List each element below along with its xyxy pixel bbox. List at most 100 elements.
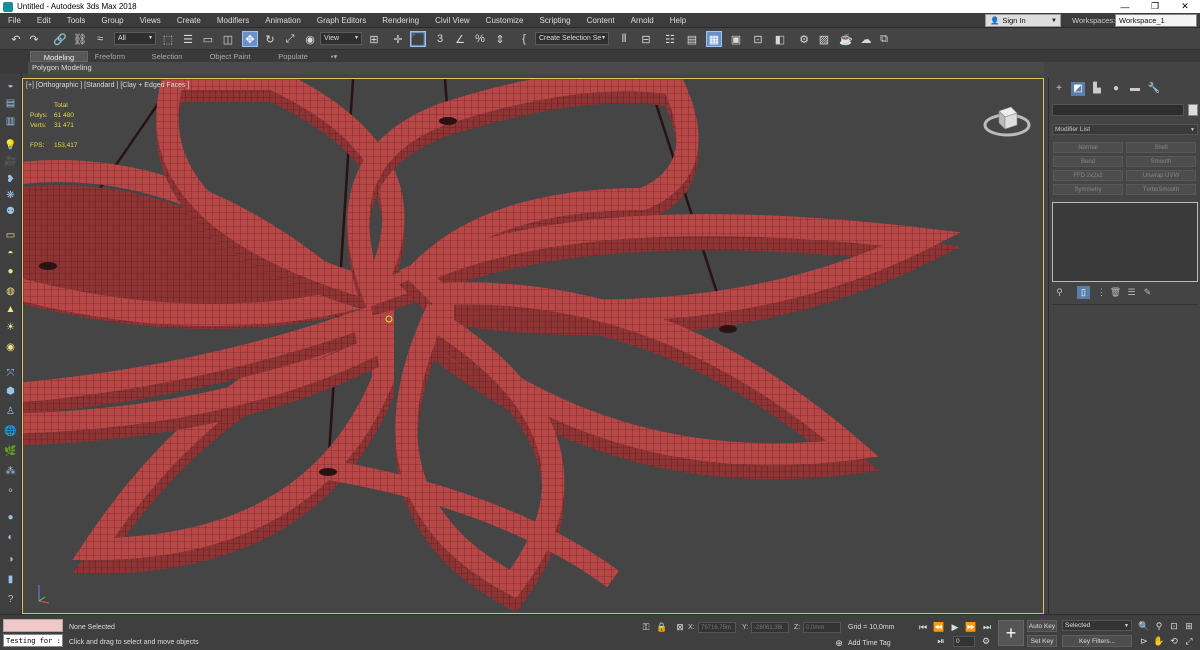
menu-customize[interactable]: Customize [478, 16, 532, 25]
helper-icon[interactable]: ❥ [3, 172, 18, 186]
render-iterative-icon[interactable]: ☁ [858, 31, 874, 47]
object-name-field[interactable] [1052, 104, 1184, 116]
z-coord-field[interactable]: 0,0mm [803, 622, 841, 633]
menu-create[interactable]: Create [169, 16, 209, 25]
rectangular-selection-icon[interactable]: ▭ [200, 31, 216, 47]
utilities-tab-icon[interactable]: 🔧 [1147, 82, 1161, 96]
ribbon-toggle-icon[interactable]: ▦ [706, 31, 722, 47]
orthographic-viewport[interactable]: [+] [Orthographic ] [Standard ] [Clay + … [22, 78, 1044, 614]
torus-icon[interactable]: ◍ [3, 284, 18, 298]
configure-sets-icon[interactable]: ☰ [1125, 286, 1138, 299]
object-color-swatch[interactable] [1188, 104, 1198, 116]
modifier-button-symmetry[interactable]: Symmetry [1053, 184, 1123, 195]
shapes-icon[interactable]: ⬢ [3, 384, 18, 398]
close-button[interactable]: ✕ [1170, 0, 1200, 13]
modifier-button-turbosmooth[interactable]: TurboSmooth [1126, 184, 1196, 195]
set-keys-icon[interactable]: + [998, 620, 1024, 646]
next-frame-icon[interactable]: ⏩ [965, 621, 977, 633]
tab-freeform[interactable]: Freeform [88, 51, 132, 62]
menu-group[interactable]: Group [93, 16, 131, 25]
select-and-place-icon[interactable]: ◉ [302, 31, 318, 47]
sign-in-dropdown[interactable]: 👤 Sign In ▼ [985, 14, 1061, 27]
cone-icon[interactable]: ▲ [3, 302, 18, 316]
menu-file[interactable]: File [0, 16, 29, 25]
help-icon[interactable]: ? [3, 592, 18, 606]
ribbon-options-icon[interactable]: ▪▾ [324, 51, 344, 62]
undo-icon[interactable]: ↶ [8, 31, 24, 47]
pan-icon[interactable]: ✋ [1153, 635, 1165, 647]
modifier-button-shell[interactable]: Shell [1126, 142, 1196, 153]
zoom-all-icon[interactable]: ⚲ [1153, 620, 1165, 632]
light-icon[interactable]: 💡 [3, 138, 18, 152]
sphere-icon[interactable]: ● [3, 264, 18, 278]
select-and-scale-icon[interactable]: ⤢ [282, 31, 298, 47]
modify-tab-icon[interactable]: ◩ [1071, 82, 1085, 96]
menu-content[interactable]: Content [579, 16, 623, 25]
edit-stack-icon[interactable]: ✎ [1141, 286, 1154, 299]
keyboard-shortcut-override-icon[interactable]: ⬛ [410, 31, 426, 47]
material-sphere-icon[interactable]: ● [3, 510, 18, 524]
tab-modeling[interactable]: Modeling [30, 51, 88, 62]
x-coord-field[interactable]: 79716,75m [698, 622, 736, 633]
maximize-viewport-icon[interactable]: ⤢ [1183, 635, 1195, 647]
minimize-button[interactable]: — [1110, 0, 1140, 13]
hierarchy-tab-icon[interactable]: ▙ [1090, 82, 1104, 96]
sun-icon[interactable]: ☀ [3, 320, 18, 334]
auto-key-button[interactable]: Auto Key [1027, 620, 1057, 632]
unlink-icon[interactable]: ⛓ [72, 31, 88, 47]
render-production-icon[interactable]: ☕ [838, 31, 854, 47]
time-configuration-icon[interactable]: ⚙ [980, 635, 992, 647]
show-end-result-icon[interactable]: ▯ [1077, 286, 1090, 299]
align-icon[interactable]: ⊟ [638, 31, 654, 47]
display-tab-icon[interactable]: ▬ [1128, 82, 1142, 96]
cloth-icon[interactable]: ⚬ [3, 484, 18, 498]
menu-tools[interactable]: Tools [59, 16, 94, 25]
camera-icon[interactable]: 🎥 [3, 154, 18, 168]
maxscript-mini-listener[interactable]: Testing for : [3, 634, 63, 647]
remove-modifier-icon[interactable]: 🗑 [1109, 286, 1122, 299]
modifier-list-dropdown[interactable]: Modifier List ▼ [1052, 124, 1198, 135]
maximize-button[interactable]: ❐ [1140, 0, 1170, 13]
modifier-button-unwrap-uvw[interactable]: Unwrap UVW [1126, 170, 1196, 181]
workspace-select[interactable]: Workspace_1 [1115, 14, 1197, 27]
selection-lock-icon[interactable]: 🔒 [656, 621, 668, 633]
percent-snap-icon[interactable]: % [472, 31, 488, 47]
modifier-button-normal[interactable]: Normal [1053, 142, 1123, 153]
systems-icon[interactable]: ⚉ [3, 204, 18, 218]
zoom-extents-icon[interactable]: ⊡ [1168, 620, 1180, 632]
explorer-icon[interactable]: ▤ [3, 96, 18, 110]
menu-graph-editors[interactable]: Graph Editors [309, 16, 374, 25]
orbit-icon[interactable]: ⟲ [1168, 635, 1180, 647]
rendered-frame-window-icon[interactable]: ▨ [816, 31, 832, 47]
cylinder-icon[interactable]: ◉ [3, 340, 18, 354]
selection-filter-dropdown[interactable]: All ▼ [114, 32, 156, 45]
arrows-icon[interactable]: ⤧ [3, 366, 18, 380]
menu-edit[interactable]: Edit [29, 16, 59, 25]
named-selection-dropdown[interactable]: Create Selection Se ▼ [535, 32, 609, 45]
particle-icon[interactable]: ❋ [3, 188, 18, 202]
motion-tab-icon[interactable]: ● [1109, 82, 1123, 96]
isolate-selection-icon[interactable]: ⚿ [640, 621, 652, 633]
maxscript-listener-output[interactable] [3, 619, 63, 632]
select-and-move-icon[interactable]: ✥ [242, 31, 258, 47]
menu-animation[interactable]: Animation [257, 16, 309, 25]
angle-snap-icon[interactable]: ∠ [452, 31, 468, 47]
modifier-button-smooth[interactable]: Smooth [1126, 156, 1196, 167]
go-to-start-icon[interactable]: ⏮ [917, 621, 929, 633]
play-icon[interactable]: ▶ [949, 621, 961, 633]
viewport-label-menu[interactable]: [+] [Orthographic ] [Standard ] [Clay + … [26, 82, 189, 89]
half-sphere-icon[interactable]: ◑ [3, 552, 18, 566]
make-unique-icon[interactable]: ⋮ [1095, 286, 1108, 299]
zoom-icon[interactable]: 🔍 [1138, 620, 1150, 632]
tab-populate[interactable]: Populate [272, 51, 314, 62]
snaps-toggle-icon[interactable]: 3 [432, 31, 448, 47]
tab-selection[interactable]: Selection [146, 51, 188, 62]
select-object-icon[interactable]: ⬚ [160, 31, 176, 47]
current-frame-field[interactable]: 0 [953, 636, 975, 647]
edit-named-selection-icon[interactable]: { [516, 31, 532, 47]
viewcube-icon[interactable] [981, 99, 1033, 141]
select-and-rotate-icon[interactable]: ↻ [262, 31, 278, 47]
select-by-name-icon[interactable]: ☰ [180, 31, 196, 47]
link-icon[interactable]: 🔗 [52, 31, 68, 47]
menu-help[interactable]: Help [662, 16, 694, 25]
